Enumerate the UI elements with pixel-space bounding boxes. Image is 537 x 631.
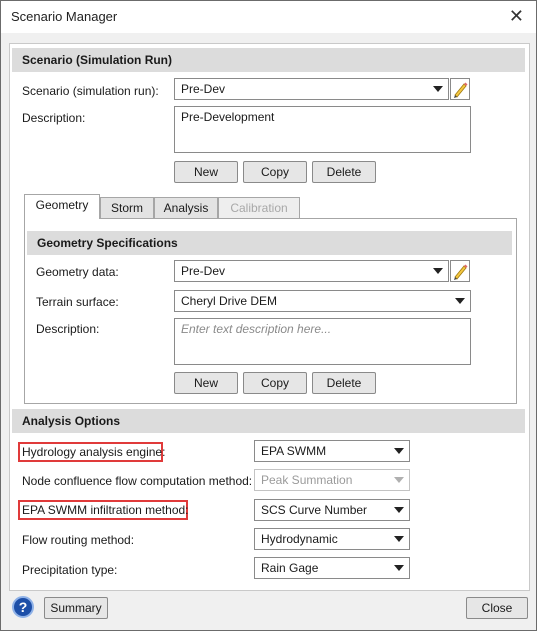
scenario-select[interactable]: Pre-Dev (174, 78, 449, 100)
chevron-down-icon (394, 565, 404, 571)
infiltration-select[interactable]: SCS Curve Number (254, 499, 410, 521)
terrain-surface-label: Terrain surface: (36, 295, 119, 309)
pencil-icon (454, 82, 468, 98)
confluence-value: Peak Summation (261, 473, 353, 487)
chevron-down-icon (455, 298, 465, 304)
geometry-data-value: Pre-Dev (181, 264, 226, 278)
geometry-tab-panel: Geometry Specifications Geometry data: P… (24, 218, 517, 404)
confluence-select: Peak Summation (254, 469, 410, 491)
tab-geometry[interactable]: Geometry (24, 194, 100, 219)
chevron-down-icon (433, 86, 443, 92)
geometry-data-label: Geometry data: (36, 265, 119, 279)
precip-label: Precipitation type: (22, 563, 118, 577)
analysis-options-header: Analysis Options (12, 409, 525, 433)
precip-value: Rain Gage (261, 561, 319, 575)
chevron-down-icon (394, 507, 404, 513)
routing-select[interactable]: Hydrodynamic (254, 528, 410, 550)
infiltration-value: SCS Curve Number (261, 503, 368, 517)
infiltration-label: EPA SWMM infiltration method: (22, 503, 189, 517)
tab-calibration: Calibration (218, 197, 300, 219)
chevron-down-icon (394, 536, 404, 542)
geometry-new-button[interactable]: New (174, 372, 238, 394)
title-bar: Scenario Manager ✕ (1, 1, 536, 33)
engine-label: Hydrology analysis engine: (22, 445, 166, 459)
chevron-down-icon (433, 268, 443, 274)
terrain-surface-select[interactable]: Cheryl Drive DEM (174, 290, 471, 312)
chevron-down-icon (394, 448, 404, 454)
engine-value: EPA SWMM (261, 444, 327, 458)
terrain-surface-value: Cheryl Drive DEM (181, 294, 278, 308)
confluence-label: Node confluence flow computation method: (22, 474, 253, 488)
main-panel: Scenario (Simulation Run) Scenario (simu… (9, 43, 530, 591)
tab-storm[interactable]: Storm (100, 197, 154, 219)
precip-select[interactable]: Rain Gage (254, 557, 410, 579)
help-icon[interactable]: ? (12, 596, 34, 618)
geometry-data-select[interactable]: Pre-Dev (174, 260, 449, 282)
geometry-delete-button[interactable]: Delete (312, 372, 376, 394)
scenario-manager-window: Scenario Manager ✕ Scenario (Simulation … (0, 0, 537, 631)
scenario-new-button[interactable]: New (174, 161, 238, 183)
routing-label: Flow routing method: (22, 533, 135, 547)
edit-geometry-button[interactable] (450, 260, 470, 282)
edit-scenario-button[interactable] (450, 78, 470, 100)
scenario-label: Scenario (simulation run): (22, 84, 159, 98)
scenario-description-field[interactable]: Pre-Development (174, 106, 471, 153)
routing-value: Hydrodynamic (261, 532, 338, 546)
scenario-copy-button[interactable]: Copy (243, 161, 307, 183)
window-title: Scenario Manager (11, 9, 118, 24)
geometry-description-field[interactable]: Enter text description here... (174, 318, 471, 365)
geometry-copy-button[interactable]: Copy (243, 372, 307, 394)
pencil-icon (454, 264, 468, 280)
scenario-section-header: Scenario (Simulation Run) (12, 48, 525, 72)
geometry-section-header: Geometry Specifications (27, 231, 512, 255)
geometry-description-label: Description: (36, 322, 100, 336)
engine-select[interactable]: EPA SWMM (254, 440, 410, 462)
scenario-delete-button[interactable]: Delete (312, 161, 376, 183)
scenario-description-label: Description: (22, 111, 86, 125)
close-icon[interactable]: ✕ (509, 6, 524, 27)
chevron-down-icon (394, 477, 404, 483)
tab-analysis[interactable]: Analysis (154, 197, 218, 219)
close-button[interactable]: Close (466, 597, 528, 619)
scenario-value: Pre-Dev (181, 82, 226, 96)
summary-button[interactable]: Summary (44, 597, 108, 619)
